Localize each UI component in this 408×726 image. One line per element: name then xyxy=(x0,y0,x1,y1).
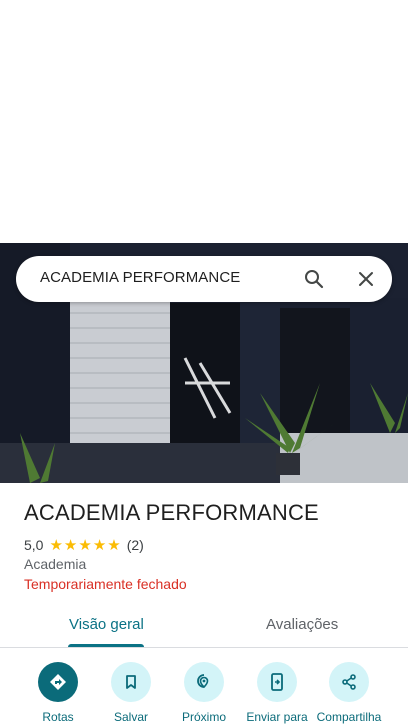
tab-reviews[interactable]: Avaliações xyxy=(266,616,338,633)
star-icon: ★ xyxy=(92,536,107,554)
tab-overview[interactable]: Visão geral xyxy=(69,616,144,633)
star-icon: ★ xyxy=(78,536,92,554)
directions-icon[interactable] xyxy=(38,662,78,702)
action-bar: Rotas Salvar Próximo Enviar para Compart… xyxy=(0,662,408,726)
bookmark-icon[interactable] xyxy=(111,662,151,702)
send-to-phone-label: Enviar para xyxy=(246,710,308,724)
directions-button[interactable]: Rotas xyxy=(18,662,98,724)
rating-row[interactable]: 5,0 ★ ★ ★ ★ ★ (2) xyxy=(24,536,144,554)
send-to-phone-button[interactable]: Enviar para xyxy=(237,662,317,724)
star-icon: ★ xyxy=(49,536,63,554)
nearby-label: Próximo xyxy=(181,710,226,724)
directions-label: Rotas xyxy=(42,710,74,724)
share-button[interactable]: Compartilha xyxy=(309,662,389,724)
place-title: ACADEMIA PERFORMANCE xyxy=(24,500,319,525)
star-rating: ★ ★ ★ ★ ★ xyxy=(49,538,120,553)
star-icon: ★ xyxy=(107,536,121,554)
search-bar[interactable]: ACADEMIA PERFORMANCE xyxy=(16,256,392,302)
nearby-button[interactable]: Próximo xyxy=(164,662,244,724)
share-label: Compartilha xyxy=(316,710,382,724)
place-category[interactable]: Academia xyxy=(24,556,86,572)
rating-value: 5,0 xyxy=(24,537,44,553)
review-count[interactable]: (2) xyxy=(127,537,144,553)
search-query[interactable]: ACADEMIA PERFORMANCE xyxy=(40,269,240,286)
share-icon[interactable] xyxy=(329,662,369,702)
map-area[interactable] xyxy=(0,0,408,243)
save-label: Salvar xyxy=(113,710,148,724)
status-text: Temporariamente fechado xyxy=(24,576,187,592)
send-to-phone-icon[interactable] xyxy=(257,662,297,702)
divider xyxy=(0,647,408,648)
close-icon[interactable] xyxy=(354,267,378,291)
nearby-icon[interactable] xyxy=(184,662,224,702)
search-icon[interactable] xyxy=(302,267,326,291)
star-icon: ★ xyxy=(63,536,78,554)
save-button[interactable]: Salvar xyxy=(91,662,171,724)
